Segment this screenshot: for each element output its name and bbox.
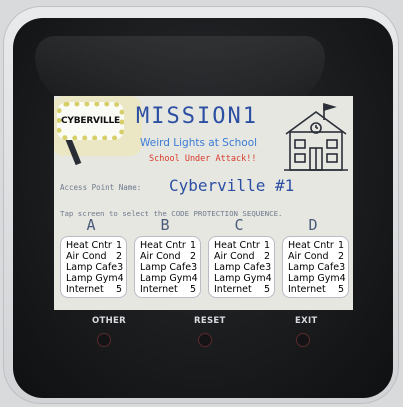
item-number: 3 <box>265 262 272 273</box>
list-item[interactable]: Air Cond 2 <box>140 251 196 262</box>
column-letter-a: A <box>86 216 96 234</box>
list-item[interactable]: Internet 5 <box>140 284 196 295</box>
item-number: 4 <box>265 273 272 284</box>
sequence-panel-b[interactable]: Heat Cntr 1 Air Cond 2 Lamp Cafe 3 Lamp Gym… <box>134 236 201 298</box>
list-item[interactable]: Air Cond 2 <box>214 251 270 262</box>
item-name: Lamp Cafe <box>66 262 118 273</box>
item-number: 2 <box>115 251 122 262</box>
item-number: 1 <box>115 240 122 251</box>
other-button[interactable] <box>97 333 111 347</box>
item-name: Air Cond <box>288 251 329 262</box>
column-letter-c: C <box>234 216 244 234</box>
item-number: 5 <box>115 284 122 295</box>
column-letter-b: B <box>160 216 170 234</box>
item-name: Lamp Gym <box>140 273 192 284</box>
item-name: Lamp Cafe <box>140 262 192 273</box>
list-item[interactable]: Internet 5 <box>66 284 122 295</box>
list-item[interactable]: Internet 5 <box>288 284 344 295</box>
cyberville-sign-icon: CYBERVILLE <box>57 102 124 140</box>
item-number: 4 <box>117 273 124 284</box>
item-name: Internet <box>214 284 252 295</box>
sequence-panel-c[interactable]: Heat Cntr 1 Air Cond 2 Lamp Cafe 3 Lamp Gym… <box>208 236 275 298</box>
item-number: 2 <box>337 251 344 262</box>
access-point-value: Cyberville #1 <box>169 176 295 195</box>
alert-text: School Under Attack!! <box>149 154 257 164</box>
item-number: 5 <box>263 284 270 295</box>
list-item[interactable]: Heat Cntr 1 <box>66 240 122 251</box>
list-item[interactable]: Lamp Gym 4 <box>214 273 272 284</box>
list-item[interactable]: Air Cond 2 <box>66 251 122 262</box>
item-number: 2 <box>189 251 196 262</box>
item-name: Heat Cntr <box>214 240 260 251</box>
item-number: 2 <box>263 251 270 262</box>
item-name: Lamp Gym <box>288 273 340 284</box>
item-number: 3 <box>339 262 346 273</box>
item-name: Lamp Cafe <box>214 262 266 273</box>
school-building-icon <box>284 102 348 171</box>
sequence-panel-d[interactable]: Heat Cntr 1 Air Cond 2 Lamp Cafe 3 Lamp Gym… <box>282 236 349 298</box>
item-name: Internet <box>288 284 326 295</box>
list-item[interactable]: Heat Cntr 1 <box>288 240 344 251</box>
list-item[interactable]: Lamp Cafe 3 <box>140 262 198 273</box>
item-number: 4 <box>191 273 198 284</box>
item-number: 4 <box>339 273 346 284</box>
item-number: 1 <box>189 240 196 251</box>
item-name: Lamp Gym <box>66 273 118 284</box>
item-number: 5 <box>189 284 196 295</box>
list-item[interactable]: Air Cond 2 <box>288 251 344 262</box>
list-item[interactable]: Lamp Gym 4 <box>140 273 198 284</box>
list-item[interactable]: Lamp Gym 4 <box>288 273 346 284</box>
softkey-reset-label: RESET <box>194 316 226 326</box>
exit-button[interactable] <box>296 333 310 347</box>
item-name: Lamp Cafe <box>288 262 340 273</box>
list-item[interactable]: Heat Cntr 1 <box>140 240 196 251</box>
list-item[interactable]: Heat Cntr 1 <box>214 240 270 251</box>
item-name: Air Cond <box>214 251 255 262</box>
softkey-other-label: OTHER <box>92 316 126 326</box>
sequence-panel-a[interactable]: Heat Cntr 1 Air Cond 2 Lamp Cafe 3 Lamp Gym… <box>60 236 127 298</box>
item-name: Internet <box>66 284 104 295</box>
list-item[interactable]: Lamp Cafe 3 <box>66 262 124 273</box>
item-name: Lamp Gym <box>214 273 266 284</box>
item-name: Internet <box>140 284 178 295</box>
access-point-label: Access Point Name: <box>60 183 142 192</box>
item-name: Heat Cntr <box>288 240 334 251</box>
item-name: Air Cond <box>66 251 107 262</box>
mission-title: MISSION1 <box>136 104 258 129</box>
item-number: 5 <box>337 284 344 295</box>
list-item[interactable]: Lamp Gym 4 <box>66 273 124 284</box>
touch-screen[interactable]: CYBERVILLE MISSION1 Weird Lights at Scho… <box>54 96 353 310</box>
column-letter-d: D <box>308 216 318 234</box>
item-name: Heat Cntr <box>66 240 112 251</box>
list-item[interactable]: Lamp Cafe 3 <box>288 262 346 273</box>
reset-button[interactable] <box>198 333 212 347</box>
sign-text: CYBERVILLE <box>61 116 120 126</box>
item-number: 3 <box>117 262 124 273</box>
item-number: 1 <box>337 240 344 251</box>
item-number: 3 <box>191 262 198 273</box>
list-item[interactable]: Lamp Cafe 3 <box>214 262 272 273</box>
mission-subtitle: Weird Lights at School <box>140 137 258 149</box>
softkey-exit-label: EXIT <box>295 316 318 326</box>
list-item[interactable]: Internet 5 <box>214 284 270 295</box>
item-name: Air Cond <box>140 251 181 262</box>
item-name: Heat Cntr <box>140 240 186 251</box>
item-number: 1 <box>263 240 270 251</box>
